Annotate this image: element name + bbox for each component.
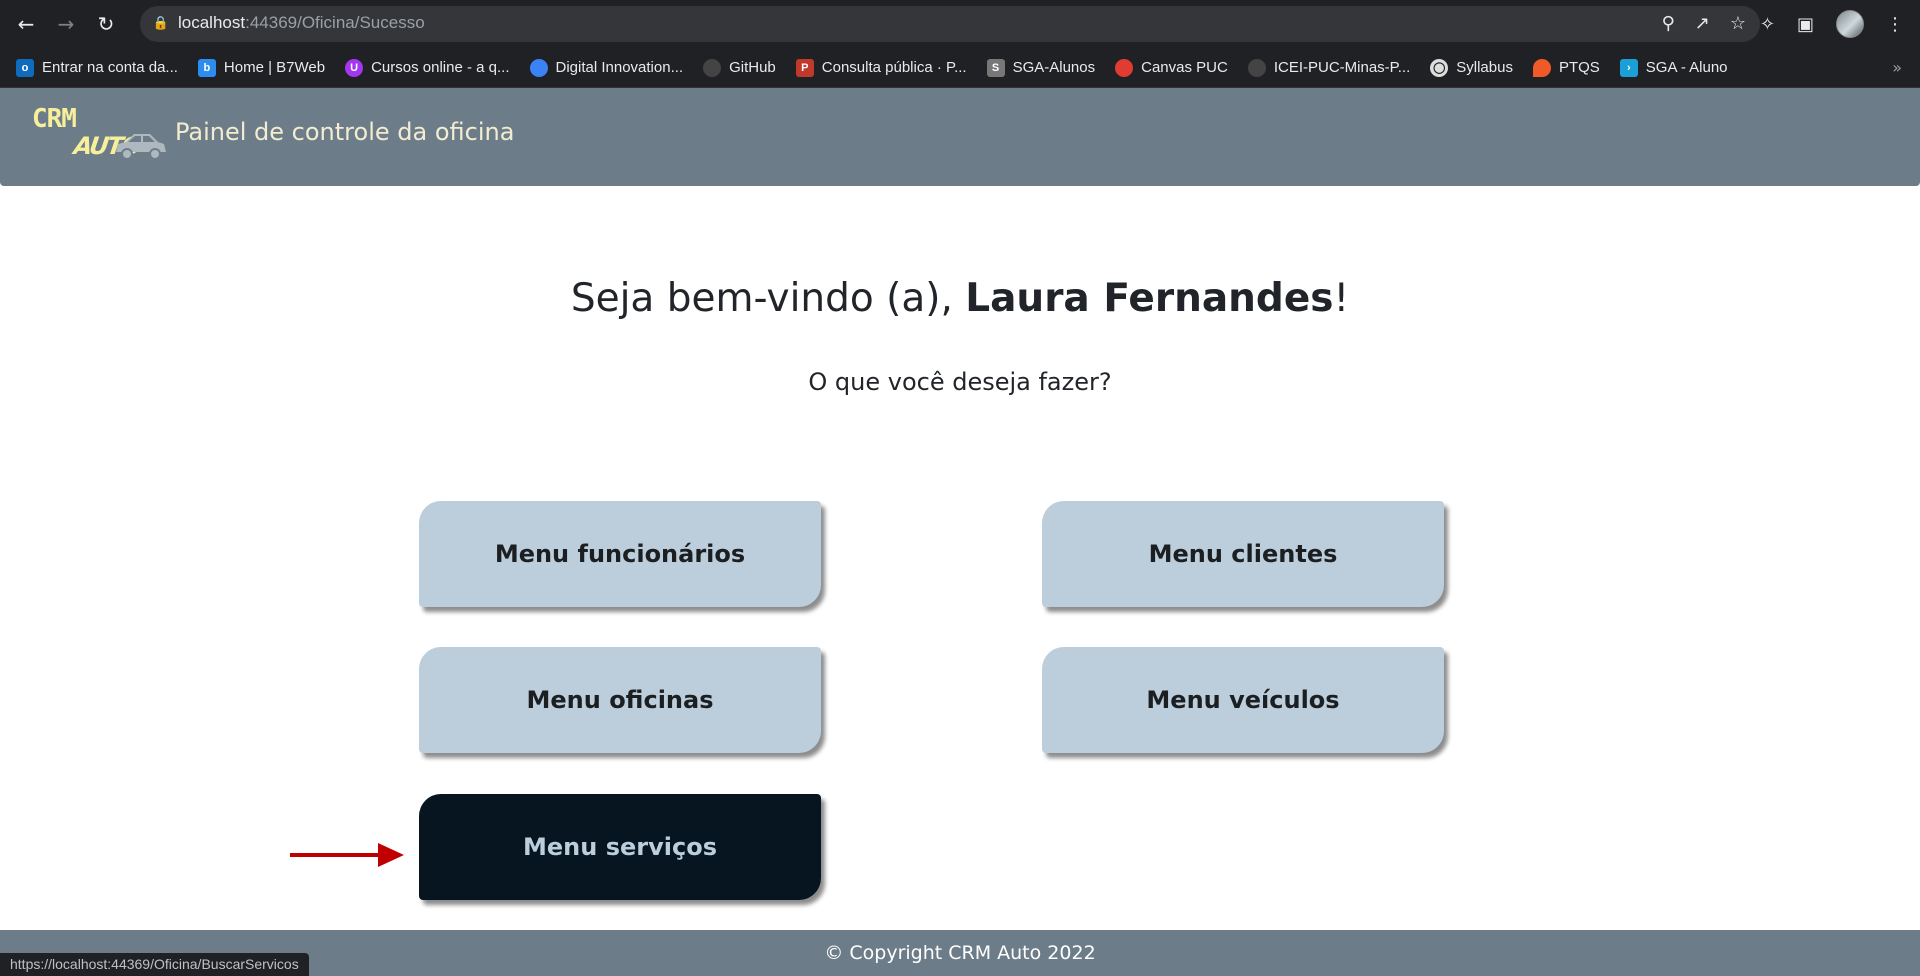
bookmarks-overflow-icon[interactable]: » [1892, 58, 1902, 77]
share-icon[interactable]: ↗ [1695, 14, 1710, 34]
dio-icon [529, 58, 548, 77]
omnibox-actions: ⚲ ↗ ☆ [1662, 14, 1746, 34]
menu-clientes-button[interactable]: Menu clientes [1042, 501, 1444, 607]
avatar[interactable] [1836, 10, 1864, 38]
address-bar[interactable]: 🔒 localhost:44369/Oficina/Sucesso ⚲ ↗ ☆ [140, 6, 1760, 42]
status-bar-url: https://localhost:44369/Oficina/BuscarSe… [0, 953, 309, 976]
bookmark-item[interactable]: PTQS [1532, 58, 1600, 77]
forward-icon[interactable]: → [54, 12, 78, 36]
menu-icon[interactable]: ⋮ [1886, 14, 1904, 35]
bookmarks-bar: o Entrar na conta da... b Home | B7Web U Cu… [0, 48, 1920, 88]
reload-icon[interactable]: ↻ [94, 12, 118, 36]
globe-icon: ◯ [1430, 58, 1449, 77]
sidepanel-icon[interactable]: ▣ [1797, 14, 1814, 35]
star-icon[interactable]: ☆ [1730, 14, 1746, 34]
menu-funcionarios-button[interactable]: Menu funcionários [419, 501, 821, 607]
menu-oficinas-button[interactable]: Menu oficinas [419, 647, 821, 753]
browser-toolbar: ← → ↻ 🔒 localhost:44369/Oficina/Sucesso … [0, 0, 1920, 48]
page-title: Painel de controle da oficina [175, 118, 515, 146]
github-icon [703, 58, 722, 77]
user-name: Laura Fernandes [965, 276, 1334, 321]
app-header: CRM AUTO Painel de controle da oficina [0, 88, 1920, 186]
flame-icon [1532, 58, 1551, 77]
question-text: O que você deseja fazer? [808, 368, 1112, 396]
back-icon[interactable]: ← [14, 12, 38, 36]
bookmark-item[interactable]: Canvas PUC [1115, 58, 1228, 77]
outlook-icon: o [16, 58, 34, 77]
github-icon [1247, 58, 1266, 77]
bookmark-item[interactable]: ◯ Syllabus [1430, 58, 1513, 77]
bookmark-item[interactable]: o Entrar na conta da... [16, 58, 178, 77]
copyright-text: © Copyright CRM Auto 2022 [824, 942, 1096, 964]
car-icon [116, 134, 166, 160]
arrow-icon [290, 843, 404, 867]
sga-aluno-icon: › [1619, 58, 1638, 77]
consulta-icon: P [795, 58, 814, 77]
toolbar-right: ✧ ▣ ⋮ [1760, 10, 1904, 38]
logo[interactable]: CRM AUTO [32, 104, 168, 170]
bookmark-item[interactable]: S SGA-Alunos [986, 58, 1095, 77]
bookmark-item[interactable]: ICEI-PUC-Minas-P... [1247, 58, 1410, 77]
bookmark-item[interactable]: › SGA - Aluno [1619, 58, 1728, 77]
sga-icon: S [986, 58, 1005, 77]
lock-icon[interactable]: 🔒 [152, 15, 170, 33]
menu-servicos-button[interactable]: Menu serviços [419, 794, 821, 900]
bookmark-item[interactable]: P Consulta pública · P... [795, 58, 967, 77]
bookmark-item[interactable]: b Home | B7Web [197, 58, 325, 77]
bookmark-item[interactable]: U Cursos online - a q... [345, 58, 510, 77]
url-text[interactable]: localhost:44369/Oficina/Sucesso [178, 13, 425, 33]
menu-veiculos-button[interactable]: Menu veículos [1042, 647, 1444, 753]
key-icon[interactable]: ⚲ [1662, 14, 1675, 34]
bookmark-item[interactable]: Digital Innovation... [529, 58, 683, 77]
b7web-icon: b [197, 58, 216, 77]
extensions-icon[interactable]: ✧ [1760, 14, 1775, 35]
bookmark-item[interactable]: GitHub [703, 58, 776, 77]
canvas-icon [1115, 58, 1134, 77]
udemy-icon: U [345, 58, 364, 77]
welcome-heading: Seja bem-vindo (a), Laura Fernandes! [570, 276, 1350, 321]
